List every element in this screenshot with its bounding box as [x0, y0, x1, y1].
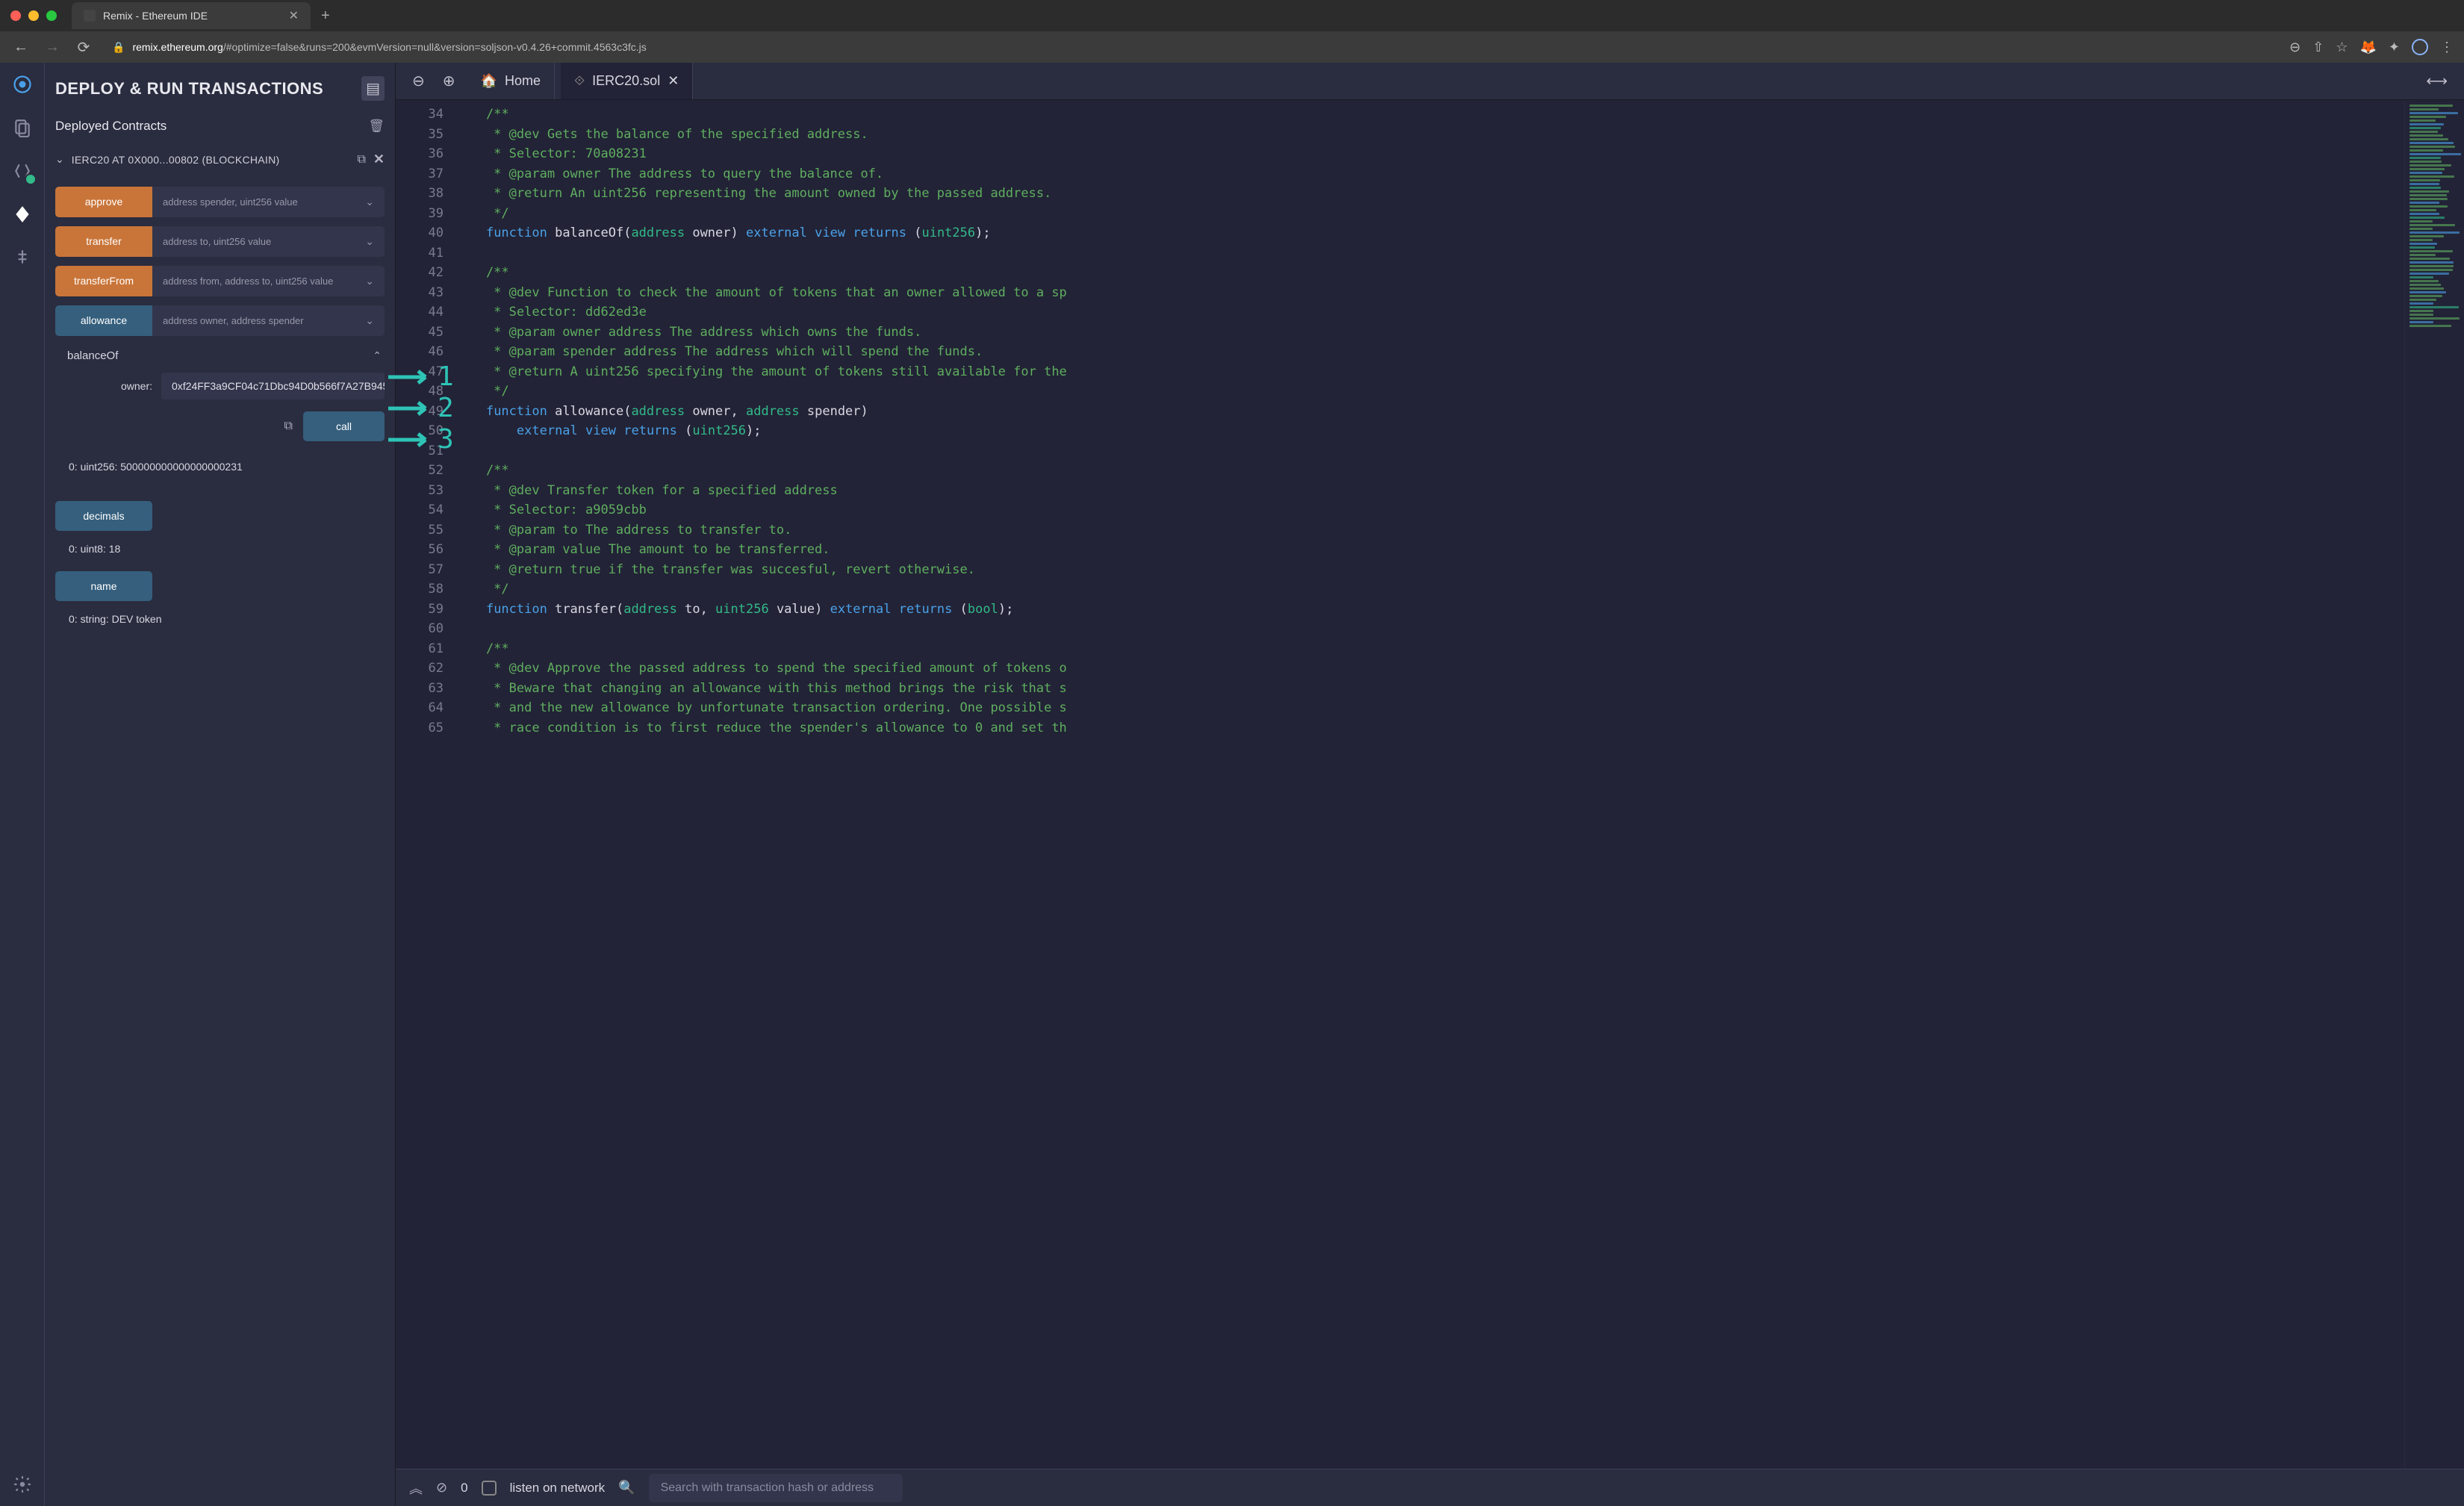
- caret-down-icon: ⌄: [55, 153, 64, 166]
- lock-icon: 🔒: [112, 41, 125, 54]
- browser-toolbar: ← → ⟳ 🔒 remix.ethereum.org/#optimize=fal…: [0, 31, 2464, 63]
- allowance-params-input[interactable]: address owner, address spender ⌄: [152, 305, 385, 336]
- search-icon[interactable]: 🔍: [618, 1480, 635, 1496]
- url-host: remix.ethereum.org: [132, 41, 223, 53]
- function-decimals: decimals: [55, 501, 385, 531]
- close-tab-icon[interactable]: ✕: [668, 73, 679, 89]
- chevron-down-icon[interactable]: ⌄: [365, 196, 374, 208]
- editor-tab-bar: ⊖ ⊕ 🏠 Home ⟐ IERC20.sol ✕ ⟷: [396, 63, 2464, 100]
- transferfrom-button[interactable]: transferFrom: [55, 266, 152, 296]
- reload-button[interactable]: ⟳: [73, 38, 94, 57]
- allowance-button[interactable]: allowance: [55, 305, 152, 336]
- terminal-clear-icon[interactable]: ⊘: [436, 1480, 447, 1496]
- editor-area: ⊖ ⊕ 🏠 Home ⟐ IERC20.sol ✕ ⟷ 343536373839…: [396, 63, 2464, 1506]
- deploy-panel: DEPLOY & RUN TRANSACTIONS ▤ Deployed Con…: [45, 63, 396, 1506]
- window-controls: [10, 10, 57, 21]
- minimap[interactable]: [2404, 100, 2464, 1469]
- share-icon[interactable]: ⇧: [2312, 40, 2324, 55]
- menu-icon[interactable]: ⋮: [2440, 40, 2454, 55]
- chevron-up-icon[interactable]: ⌃: [373, 349, 382, 362]
- terminal-bar: ︽ ⊘ 0 listen on network 🔍 Search with tr…: [396, 1469, 2464, 1506]
- owner-param-label: owner:: [55, 380, 152, 392]
- home-icon: 🏠: [481, 73, 497, 89]
- favicon: [84, 10, 96, 22]
- function-approve: approve address spender, uint256 value ⌄: [55, 187, 385, 217]
- contract-instance-label: IERC20 AT 0X000...00802 (BLOCKCHAIN): [72, 154, 350, 166]
- approve-button[interactable]: approve: [55, 187, 152, 217]
- back-button[interactable]: ←: [10, 39, 31, 56]
- approve-params-input[interactable]: address spender, uint256 value ⌄: [152, 187, 385, 217]
- remove-instance-icon[interactable]: ✕: [373, 152, 385, 167]
- deploy-icon[interactable]: [11, 203, 34, 225]
- copy-params-icon[interactable]: ⧉: [284, 420, 293, 433]
- balanceof-label: balanceOf: [58, 349, 118, 362]
- deployed-contracts-header: Deployed Contracts: [55, 119, 167, 134]
- name-button[interactable]: name: [55, 571, 152, 601]
- expand-icon[interactable]: ⟷: [2420, 72, 2454, 90]
- browser-tab-title: Remix - Ethereum IDE: [103, 10, 281, 22]
- close-window-button[interactable]: [10, 10, 21, 21]
- terminal-expand-icon[interactable]: ︽: [409, 1478, 423, 1498]
- browser-tab-strip: Remix - Ethereum IDE ✕ +: [0, 0, 2464, 31]
- function-name: name: [55, 571, 385, 601]
- remix-logo[interactable]: [11, 73, 34, 96]
- extensions-icon[interactable]: ✦: [2389, 40, 2400, 55]
- contract-instance-row[interactable]: ⌄ IERC20 AT 0X000...00802 (BLOCKCHAIN) ⧉…: [55, 146, 385, 173]
- terminal-search-input[interactable]: Search with transaction hash or address: [649, 1474, 903, 1502]
- plugin-icon[interactable]: [11, 246, 34, 269]
- compiler-icon[interactable]: [11, 160, 34, 182]
- owner-param-input[interactable]: 0xf24FF3a9CF04c71Dbc94D0b566f7A27B945: [161, 373, 385, 399]
- bookmark-icon[interactable]: ☆: [2336, 40, 2348, 55]
- chevron-down-icon[interactable]: ⌄: [365, 314, 374, 327]
- docs-icon[interactable]: ▤: [361, 76, 385, 101]
- zoom-out-icon[interactable]: ⊖: [406, 72, 431, 90]
- decimals-button[interactable]: decimals: [55, 501, 152, 531]
- maximize-window-button[interactable]: [46, 10, 57, 21]
- function-transferfrom: transferFrom address from, address to, u…: [55, 266, 385, 296]
- transferfrom-params-input[interactable]: address from, address to, uint256 value …: [152, 266, 385, 296]
- address-bar[interactable]: 🔒 remix.ethereum.org/#optimize=false&run…: [105, 41, 2279, 54]
- name-result: 0: string: DEV token: [55, 606, 385, 641]
- tab-ierc20[interactable]: ⟐ IERC20.sol ✕: [561, 63, 693, 99]
- transfer-button[interactable]: transfer: [55, 226, 152, 257]
- file-explorer-icon[interactable]: [11, 116, 34, 139]
- close-tab-icon[interactable]: ✕: [289, 8, 299, 23]
- url-path: /#optimize=false&runs=200&evmVersion=nul…: [223, 41, 647, 53]
- listen-checkbox[interactable]: [482, 1481, 497, 1496]
- left-icon-rail: [0, 63, 45, 1506]
- call-button[interactable]: call: [303, 411, 385, 441]
- transfer-params-input[interactable]: address to, uint256 value ⌄: [152, 226, 385, 257]
- line-number-gutter: 3435363738394041424344454647484950515253…: [396, 100, 455, 1469]
- chevron-down-icon[interactable]: ⌄: [365, 275, 374, 287]
- decimals-result: 0: uint8: 18: [55, 535, 385, 571]
- metamask-extension-icon[interactable]: 🦊: [2359, 40, 2376, 55]
- minimize-window-button[interactable]: [28, 10, 39, 21]
- copy-address-icon[interactable]: ⧉: [357, 153, 365, 167]
- settings-icon[interactable]: [11, 1473, 34, 1496]
- chevron-down-icon[interactable]: ⌄: [365, 235, 374, 248]
- profile-avatar[interactable]: [2412, 39, 2428, 55]
- zoom-icon[interactable]: ⊖: [2289, 40, 2300, 55]
- tab-home[interactable]: 🏠 Home: [467, 63, 555, 99]
- code-editor[interactable]: /** * @dev Gets the balance of the speci…: [455, 100, 2404, 1469]
- listen-label: listen on network: [510, 1481, 606, 1496]
- function-allowance: allowance address owner, address spender…: [55, 305, 385, 336]
- clear-instances-icon[interactable]: 🗑: [368, 119, 385, 134]
- balanceof-result: 0: uint256: 500000000000000000231: [55, 453, 385, 489]
- browser-tab[interactable]: Remix - Ethereum IDE ✕: [72, 2, 311, 29]
- panel-title: DEPLOY & RUN TRANSACTIONS: [55, 79, 323, 99]
- new-tab-button[interactable]: +: [321, 7, 330, 25]
- function-balanceof-expanded: balanceOf ⌃ owner: 0xf24FF3a9CF04c71Dbc9…: [55, 345, 385, 489]
- solidity-file-icon: ⟐: [574, 73, 585, 89]
- function-transfer: transfer address to, uint256 value ⌄: [55, 226, 385, 257]
- zoom-in-icon[interactable]: ⊕: [437, 72, 461, 90]
- forward-button[interactable]: →: [42, 39, 63, 56]
- compile-success-badge: [25, 173, 37, 185]
- pending-tx-count: 0: [461, 1481, 467, 1496]
